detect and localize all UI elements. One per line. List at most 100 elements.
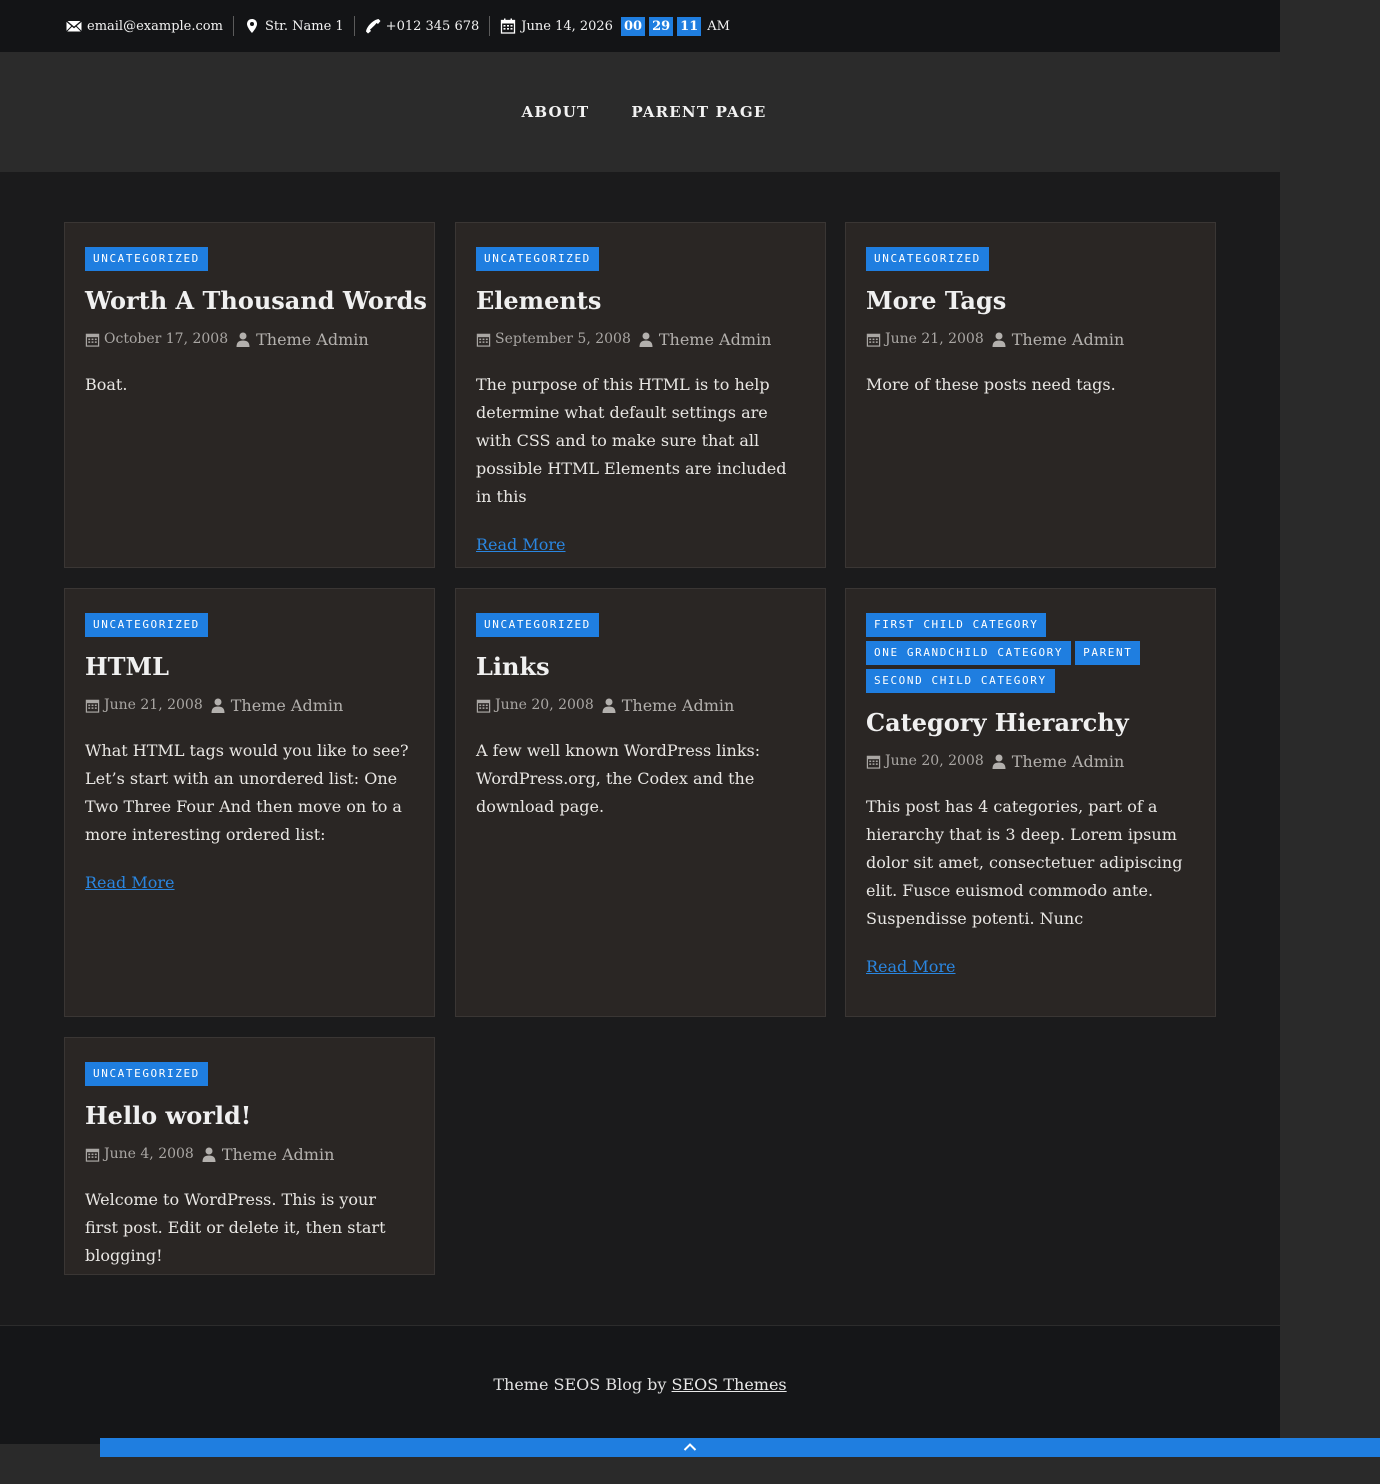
category-list: First Child Category One Grandchild Cate… (866, 613, 1186, 693)
user-icon (202, 1147, 216, 1162)
post-author[interactable]: Theme Admin (231, 696, 344, 715)
footer-credit: Theme SEOS Blog by SEOS Themes (0, 1375, 1280, 1394)
address-text: Str. Name 1 (264, 18, 344, 34)
divider (232, 16, 234, 36)
user-icon (992, 754, 1006, 769)
post-meta: June 4, 2008 Theme Admin (85, 1144, 414, 1164)
calendar-icon (866, 755, 881, 769)
user-icon (602, 698, 616, 713)
date-text: June 14, 2026 (521, 18, 613, 34)
post-excerpt: A few well known WordPress links: WordPr… (476, 741, 761, 816)
post-date[interactable]: June 20, 2008 (885, 753, 984, 769)
post-author[interactable]: Theme Admin (1012, 330, 1125, 349)
user-icon (211, 698, 225, 713)
post-date[interactable]: October 17, 2008 (104, 331, 228, 347)
post-title[interactable]: HTML (85, 651, 414, 683)
category-list: Uncategorized (476, 247, 796, 271)
read-more-link[interactable]: Read More (866, 957, 956, 976)
main-nav: About Parent Page (0, 52, 1280, 172)
nav-item-about[interactable]: About (522, 103, 590, 121)
page: email@example.com Str. Name 1 +012 345 6… (0, 0, 1280, 1444)
post-card: Uncategorized Elements September 5, 2008… (455, 222, 826, 568)
footer-text: Theme SEOS Blog by (493, 1375, 667, 1394)
clock-minutes: 29 (649, 16, 674, 36)
post-title[interactable]: More Tags (866, 285, 1195, 317)
category-tag[interactable]: Uncategorized (476, 247, 599, 271)
post-meta: October 17, 2008 Theme Admin (85, 329, 414, 349)
read-more-link[interactable]: Read More (85, 873, 175, 892)
post-author[interactable]: Theme Admin (222, 1145, 335, 1164)
user-icon (639, 332, 653, 347)
email-text: email@example.com (87, 18, 223, 34)
category-tag[interactable]: Uncategorized (866, 247, 989, 271)
post-date[interactable]: June 21, 2008 (885, 331, 984, 347)
calendar-icon (85, 333, 100, 347)
category-tag[interactable]: One Grandchild Category (866, 641, 1072, 665)
post-card: First Child Category One Grandchild Cate… (845, 588, 1216, 1017)
category-tag[interactable]: Parent (1075, 641, 1141, 665)
calendar-icon (85, 1148, 100, 1162)
category-tag[interactable]: Uncategorized (85, 247, 208, 271)
site-footer: Theme SEOS Blog by SEOS Themes (0, 1325, 1280, 1444)
topbar-email[interactable]: email@example.com (66, 16, 223, 36)
top-bar: email@example.com Str. Name 1 +012 345 6… (0, 0, 1280, 52)
user-icon (992, 332, 1006, 347)
category-tag[interactable]: Second Child Category (866, 669, 1055, 693)
post-excerpt: This post has 4 categories, part of a hi… (866, 797, 1183, 928)
post-date[interactable]: September 5, 2008 (495, 331, 631, 347)
divider (353, 16, 355, 36)
category-list: Uncategorized (85, 613, 405, 637)
calendar-icon (501, 18, 516, 34)
post-title[interactable]: Category Hierarchy (866, 707, 1195, 739)
post-card: Uncategorized Hello world! June 4, 2008 … (64, 1037, 435, 1275)
back-to-top-button[interactable] (100, 1438, 1380, 1457)
post-author[interactable]: Theme Admin (659, 330, 772, 349)
category-list: Uncategorized (85, 1062, 405, 1086)
category-tag[interactable]: First Child Category (866, 613, 1047, 637)
post-excerpt: Welcome to WordPress. This is your first… (85, 1190, 386, 1265)
calendar-icon (476, 699, 491, 713)
category-tag[interactable]: Uncategorized (85, 613, 208, 637)
post-author[interactable]: Theme Admin (622, 696, 735, 715)
calendar-icon (85, 699, 100, 713)
nav-item-parent-page[interactable]: Parent Page (631, 103, 766, 121)
envelope-icon (66, 20, 82, 32)
clock-ampm: AM (707, 18, 730, 34)
post-excerpt: Boat. (85, 375, 128, 394)
post-meta: June 21, 2008 Theme Admin (85, 695, 414, 715)
post-title[interactable]: Hello world! (85, 1100, 414, 1132)
phone-icon (365, 19, 381, 34)
topbar-address: Str. Name 1 (244, 16, 344, 36)
phone-text: +012 345 678 (385, 18, 480, 34)
post-title[interactable]: Elements (476, 285, 805, 317)
topbar-phone[interactable]: +012 345 678 (365, 16, 480, 36)
category-list: Uncategorized (85, 247, 405, 271)
category-list: Uncategorized (476, 613, 796, 637)
category-tag[interactable]: Uncategorized (85, 1062, 208, 1086)
user-icon (236, 332, 250, 347)
post-date[interactable]: June 21, 2008 (104, 697, 203, 713)
map-marker-icon (246, 19, 257, 33)
post-author[interactable]: Theme Admin (1012, 752, 1125, 771)
clock: 00 29 11 AM (620, 16, 730, 36)
post-meta: June 20, 2008 Theme Admin (476, 695, 805, 715)
post-title[interactable]: Links (476, 651, 805, 683)
chevron-up-icon (683, 1443, 697, 1451)
post-date[interactable]: June 4, 2008 (104, 1146, 194, 1162)
post-author[interactable]: Theme Admin (256, 330, 369, 349)
divider (489, 16, 491, 36)
post-date[interactable]: June 20, 2008 (495, 697, 594, 713)
post-excerpt: More of these posts need tags. (866, 375, 1116, 394)
post-title[interactable]: Worth A Thousand Words (85, 285, 427, 317)
category-tag[interactable]: Uncategorized (476, 613, 599, 637)
post-card: Uncategorized Worth A Thousand Words Oct… (64, 222, 435, 568)
clock-hours: 00 (620, 16, 646, 36)
calendar-icon (866, 333, 881, 347)
read-more-link[interactable]: Read More (476, 535, 566, 554)
post-card: Uncategorized More Tags June 21, 2008 Th… (845, 222, 1216, 568)
footer-link[interactable]: SEOS Themes (672, 1375, 787, 1394)
category-list: Uncategorized (866, 247, 1186, 271)
post-card: Uncategorized Links June 20, 2008 Theme … (455, 588, 826, 1017)
topbar-date: June 14, 2026 (500, 16, 613, 36)
post-meta: June 21, 2008 Theme Admin (866, 329, 1195, 349)
